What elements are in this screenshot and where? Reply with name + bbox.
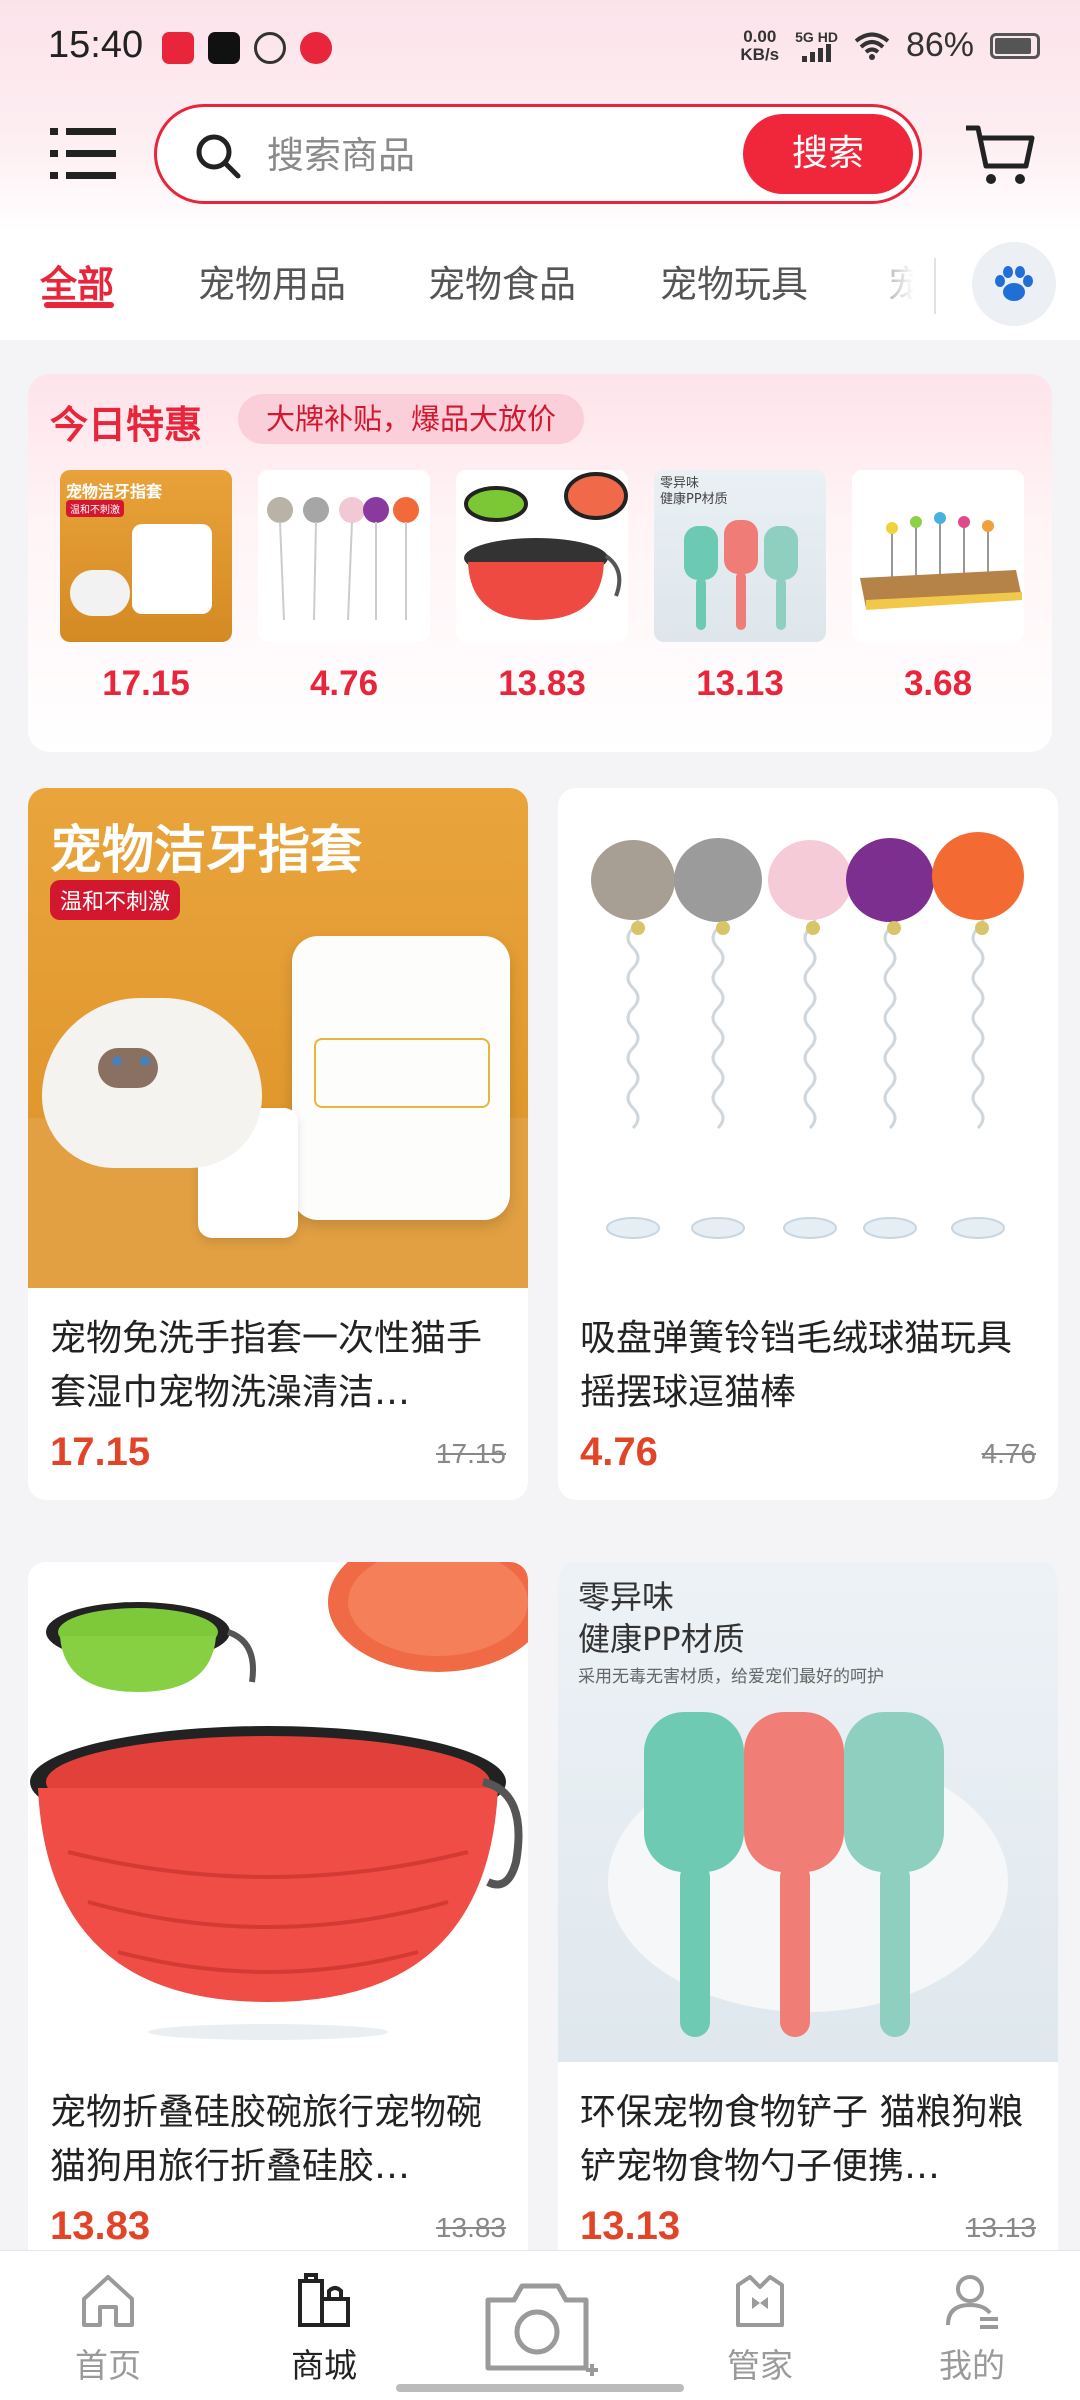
product-original-price: 17.15: [435, 1438, 506, 1469]
nav-butler-label: 管家: [727, 2346, 793, 2385]
deal-item[interactable]: 13.83: [456, 470, 628, 704]
active-tab-indicator: [44, 302, 114, 308]
deal-thumb-caption: 宠物洁牙指套: [66, 482, 163, 501]
product-title: 宠物免洗手指套一次性猫手套湿巾宠物洗澡清洁…: [50, 1318, 483, 1413]
tab-fade: [850, 232, 930, 340]
heart-app-icon: [300, 32, 332, 64]
product-price: 13.83: [50, 2204, 151, 2248]
profile-icon: [946, 2275, 998, 2329]
product-price: 13.13: [580, 2204, 681, 2248]
product-image: [28, 1562, 528, 2062]
network-type: 5G HD: [795, 28, 838, 45]
deal-price: 13.13: [696, 664, 784, 703]
deal-thumb-finger-wipes: 宠物洁牙指套 温和不刺激: [60, 470, 232, 642]
home-icon: [82, 2275, 134, 2327]
todays-deals-panel: 今日特惠 大牌补贴，爆品大放价 宠物洁牙指套 温和不刺激 17.15 4.76: [28, 374, 1052, 752]
deal-thumb-folding-bowl: [456, 470, 628, 642]
tab-pet-food[interactable]: 宠物食品: [428, 254, 576, 308]
status-app-icons: [162, 32, 332, 64]
signal-bars-icon: [802, 43, 832, 62]
xiaohongshu-icon: [162, 32, 194, 64]
product-card[interactable]: 宠物洁牙指套 温和不刺激 宠物免洗手指套一次性猫手套湿巾宠物洗澡清洁… 17.1…: [28, 788, 528, 1500]
nav-profile-label: 我的: [939, 2346, 1005, 2385]
deals-tagline: 大牌补贴，爆品大放价: [238, 394, 585, 444]
product-image: [558, 788, 1058, 1288]
home-indicator: [396, 2384, 684, 2392]
status-time: 15:40: [48, 24, 144, 66]
wechat-icon: [254, 32, 286, 64]
product-original-price: 13.13: [965, 2212, 1036, 2243]
product-prices: 4.76 4.76: [558, 1420, 1058, 1500]
product-original-price: 4.76: [981, 1438, 1037, 1469]
deal-item[interactable]: 宠物洁牙指套 温和不刺激 17.15: [60, 470, 232, 704]
deal-price: 17.15: [102, 664, 190, 703]
deal-item[interactable]: 零异味 健康PP材质 13.13: [654, 470, 826, 704]
battery-percent: 86%: [905, 26, 974, 64]
deal-item[interactable]: 3.68: [852, 470, 1024, 704]
butler-icon: [736, 2275, 784, 2327]
deal-thumb-food-scoop: 零异味 健康PP材质: [654, 470, 826, 642]
product-price: 17.15: [50, 1430, 151, 1474]
net-speed-value: 0.00: [743, 26, 777, 46]
douyin-icon: [208, 32, 240, 64]
search-bar[interactable]: 搜索: [154, 104, 922, 204]
product-title: 宠物折叠硅胶碗旅行宠物碗猫狗用旅行折叠硅胶…: [50, 2092, 483, 2187]
deal-price: 4.76: [309, 664, 379, 703]
status-indicators: 0.00 KB/s 5G HD 86%: [740, 26, 1040, 65]
cell-signal: 5G HD: [795, 30, 838, 62]
nav-shop[interactable]: 商城: [254, 2269, 394, 2387]
tab-divider: [934, 258, 936, 314]
nav-butler[interactable]: 管家: [690, 2269, 830, 2387]
deals-title: 今日特惠: [50, 403, 203, 447]
product-image: 零异味 健康PP材质 采用无毒无害材质，给爱宠们最好的呵护: [558, 1562, 1058, 2062]
hamburger-menu-icon[interactable]: [50, 126, 116, 182]
product-price: 4.76: [580, 1430, 658, 1474]
product-image-badge: 温和不刺激: [50, 880, 181, 920]
search-button[interactable]: 搜索: [743, 114, 913, 194]
tab-pet-toys[interactable]: 宠物玩具: [660, 254, 808, 308]
paw-icon[interactable]: [972, 242, 1056, 326]
shop-icon: [298, 2273, 350, 2327]
deal-price: 3.68: [903, 664, 973, 703]
product-card[interactable]: 宠物折叠硅胶碗旅行宠物碗猫狗用旅行折叠硅胶… 13.83 13.83: [28, 1562, 528, 2274]
nav-shop-label: 商城: [291, 2346, 357, 2385]
wifi-icon: [854, 32, 890, 60]
tab-pet-supplies[interactable]: 宠物用品: [198, 254, 346, 308]
product-image: 宠物洁牙指套 温和不刺激: [28, 788, 528, 1288]
nav-home-label: 首页: [75, 2346, 141, 2385]
product-title: 吸盘弹簧铃铛毛绒球猫玩具 摇摆球逗猫棒: [580, 1318, 1013, 1413]
deal-price: 13.83: [498, 664, 586, 703]
product-card[interactable]: 零异味 健康PP材质 采用无毒无害材质，给爱宠们最好的呵护 环保宠物食物铲子 猫…: [558, 1562, 1058, 2274]
nav-home[interactable]: 首页: [38, 2269, 178, 2387]
search-input[interactable]: [267, 127, 767, 183]
deal-thumb-spring-balls: [258, 470, 430, 642]
product-card[interactable]: 吸盘弹簧铃铛毛绒球猫玩具 摇摆球逗猫棒 4.76 4.76: [558, 788, 1058, 1500]
product-title: 环保宠物食物铲子 猫粮狗粮铲宠物食物勺子便携…: [580, 2092, 1024, 2187]
net-speed-unit: KB/s: [740, 44, 780, 64]
net-speed: 0.00 KB/s: [740, 26, 780, 64]
deal-item[interactable]: 4.76: [258, 470, 430, 704]
camera-icon[interactable]: [480, 2272, 600, 2382]
product-image-title: 宠物洁牙指套: [50, 821, 363, 881]
product-original-price: 13.83: [435, 2212, 506, 2243]
nav-profile[interactable]: 我的: [902, 2269, 1042, 2387]
tab-all[interactable]: 全部: [40, 254, 114, 308]
battery-icon: [990, 32, 1040, 59]
cart-icon[interactable]: [964, 122, 1036, 188]
product-prices: 17.15 17.15: [28, 1420, 528, 1500]
deal-thumb-badge: 温和不刺激: [66, 500, 124, 517]
search-icon: [196, 134, 241, 179]
deal-thumb-scratch-board: [852, 470, 1024, 642]
status-bar: 15:40 0.00 KB/s 5G HD 86%: [0, 0, 1080, 100]
